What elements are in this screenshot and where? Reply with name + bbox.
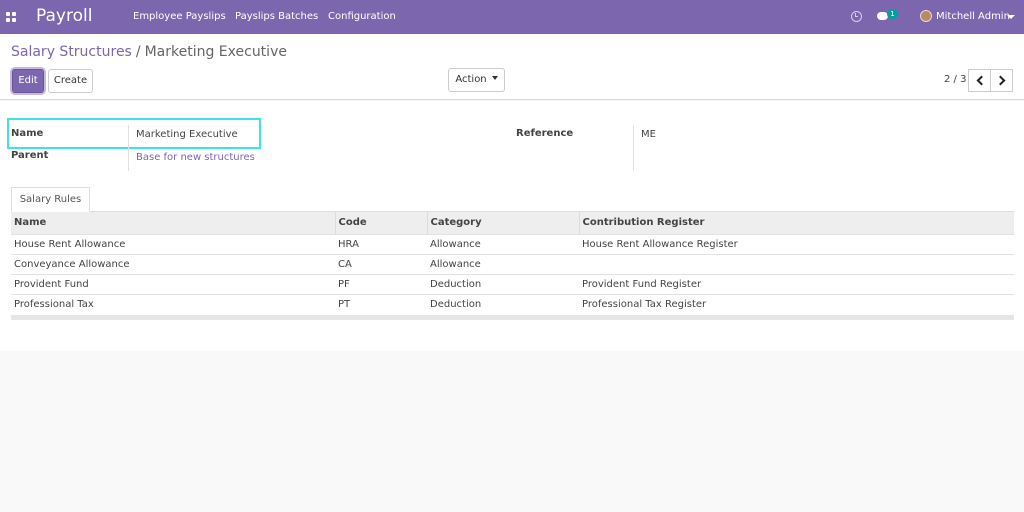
table-row[interactable]: House Rent Allowance HRA Allowance House…: [11, 233, 1014, 254]
field-divider: [633, 125, 634, 171]
field-divider: [128, 125, 129, 171]
caret-down-icon: [491, 76, 498, 80]
menu-configuration[interactable]: Configuration: [328, 11, 396, 22]
menu-employee-payslips[interactable]: Employee Payslips: [133, 11, 226, 22]
menu-payslips-batches[interactable]: Payslips Batches: [235, 11, 318, 22]
name-field[interactable]: Marketing Executive: [136, 129, 238, 140]
table-cell: House Rent Allowance Register: [579, 233, 1014, 254]
caret-down-icon[interactable]: [1007, 15, 1015, 19]
app-brand[interactable]: Payroll: [36, 6, 92, 26]
reference-field[interactable]: ME: [641, 129, 656, 140]
column-header-code[interactable]: Code: [335, 212, 428, 234]
parent-label: Parent: [11, 150, 49, 161]
table-cell: Provident Fund Register: [579, 273, 1014, 294]
top-navbar: Payroll Employee Payslips Payslips Batch…: [0, 0, 1024, 34]
table-row[interactable]: Provident Fund PF Deduction Provident Fu…: [11, 273, 1014, 294]
table-cell: Professional Tax: [11, 293, 335, 314]
tab-salary-rules[interactable]: Salary Rules: [11, 187, 90, 212]
pager-value[interactable]: 2 / 3: [944, 74, 966, 85]
column-header-category[interactable]: Category: [427, 212, 580, 234]
table-cell: Allowance: [427, 233, 579, 254]
column-header-name[interactable]: Name: [11, 212, 336, 234]
edit-button[interactable]: Edit: [12, 69, 44, 93]
pager-previous-button[interactable]: [968, 69, 991, 92]
table-cell: PT: [335, 293, 427, 314]
action-label: Action: [455, 74, 487, 85]
table-cell: HRA: [335, 233, 427, 254]
avatar[interactable]: [920, 10, 932, 22]
breadcrumb-parent-link[interactable]: Salary Structures: [11, 44, 132, 60]
table-cell: Conveyance Allowance: [11, 253, 335, 274]
table-cell: Professional Tax Register: [579, 293, 1014, 314]
salary-rules-table: Name Code Category Contribution Register…: [11, 212, 1014, 314]
parent-link[interactable]: Base for new structures: [136, 152, 255, 163]
breadcrumb-current: Marketing Executive: [144, 44, 287, 60]
pager-next-button[interactable]: [990, 69, 1013, 92]
breadcrumb: Salary Structures / Marketing Executive: [11, 44, 287, 60]
user-menu[interactable]: Mitchell Admin: [936, 11, 1010, 22]
table-cell: Allowance: [427, 253, 579, 274]
table-cell: Deduction: [427, 273, 579, 294]
table-cell: [579, 253, 1014, 274]
column-header-contribution-register[interactable]: Contribution Register: [579, 212, 1014, 234]
chat-count-badge: 1: [887, 9, 898, 19]
breadcrumb-separator: /: [135, 44, 141, 60]
table-cell: Deduction: [427, 293, 579, 314]
action-dropdown[interactable]: Action: [448, 68, 505, 92]
table-cell: House Rent Allowance: [11, 233, 335, 254]
table-row[interactable]: Conveyance Allowance CA Allowance: [11, 253, 1014, 274]
table-footer: [11, 315, 1014, 320]
chevron-left-icon: [976, 75, 987, 86]
table-row[interactable]: Professional Tax PT Deduction Profession…: [11, 293, 1014, 314]
form-sheet: Name Marketing Executive Parent Base for…: [0, 101, 1024, 351]
chevron-right-icon: [995, 75, 1006, 86]
control-panel: Salary Structures / Marketing Executive Ed…: [0, 34, 1024, 100]
table-cell: PF: [335, 273, 427, 294]
table-cell: CA: [335, 253, 427, 274]
clock-icon[interactable]: [851, 11, 862, 22]
table-header-row: Name Code Category Contribution Register: [11, 212, 1014, 234]
table-cell: Provident Fund: [11, 273, 335, 294]
reference-label: Reference: [516, 128, 574, 139]
create-button[interactable]: Create: [48, 69, 93, 93]
apps-icon[interactable]: [6, 12, 16, 22]
name-label: Name: [11, 128, 44, 139]
